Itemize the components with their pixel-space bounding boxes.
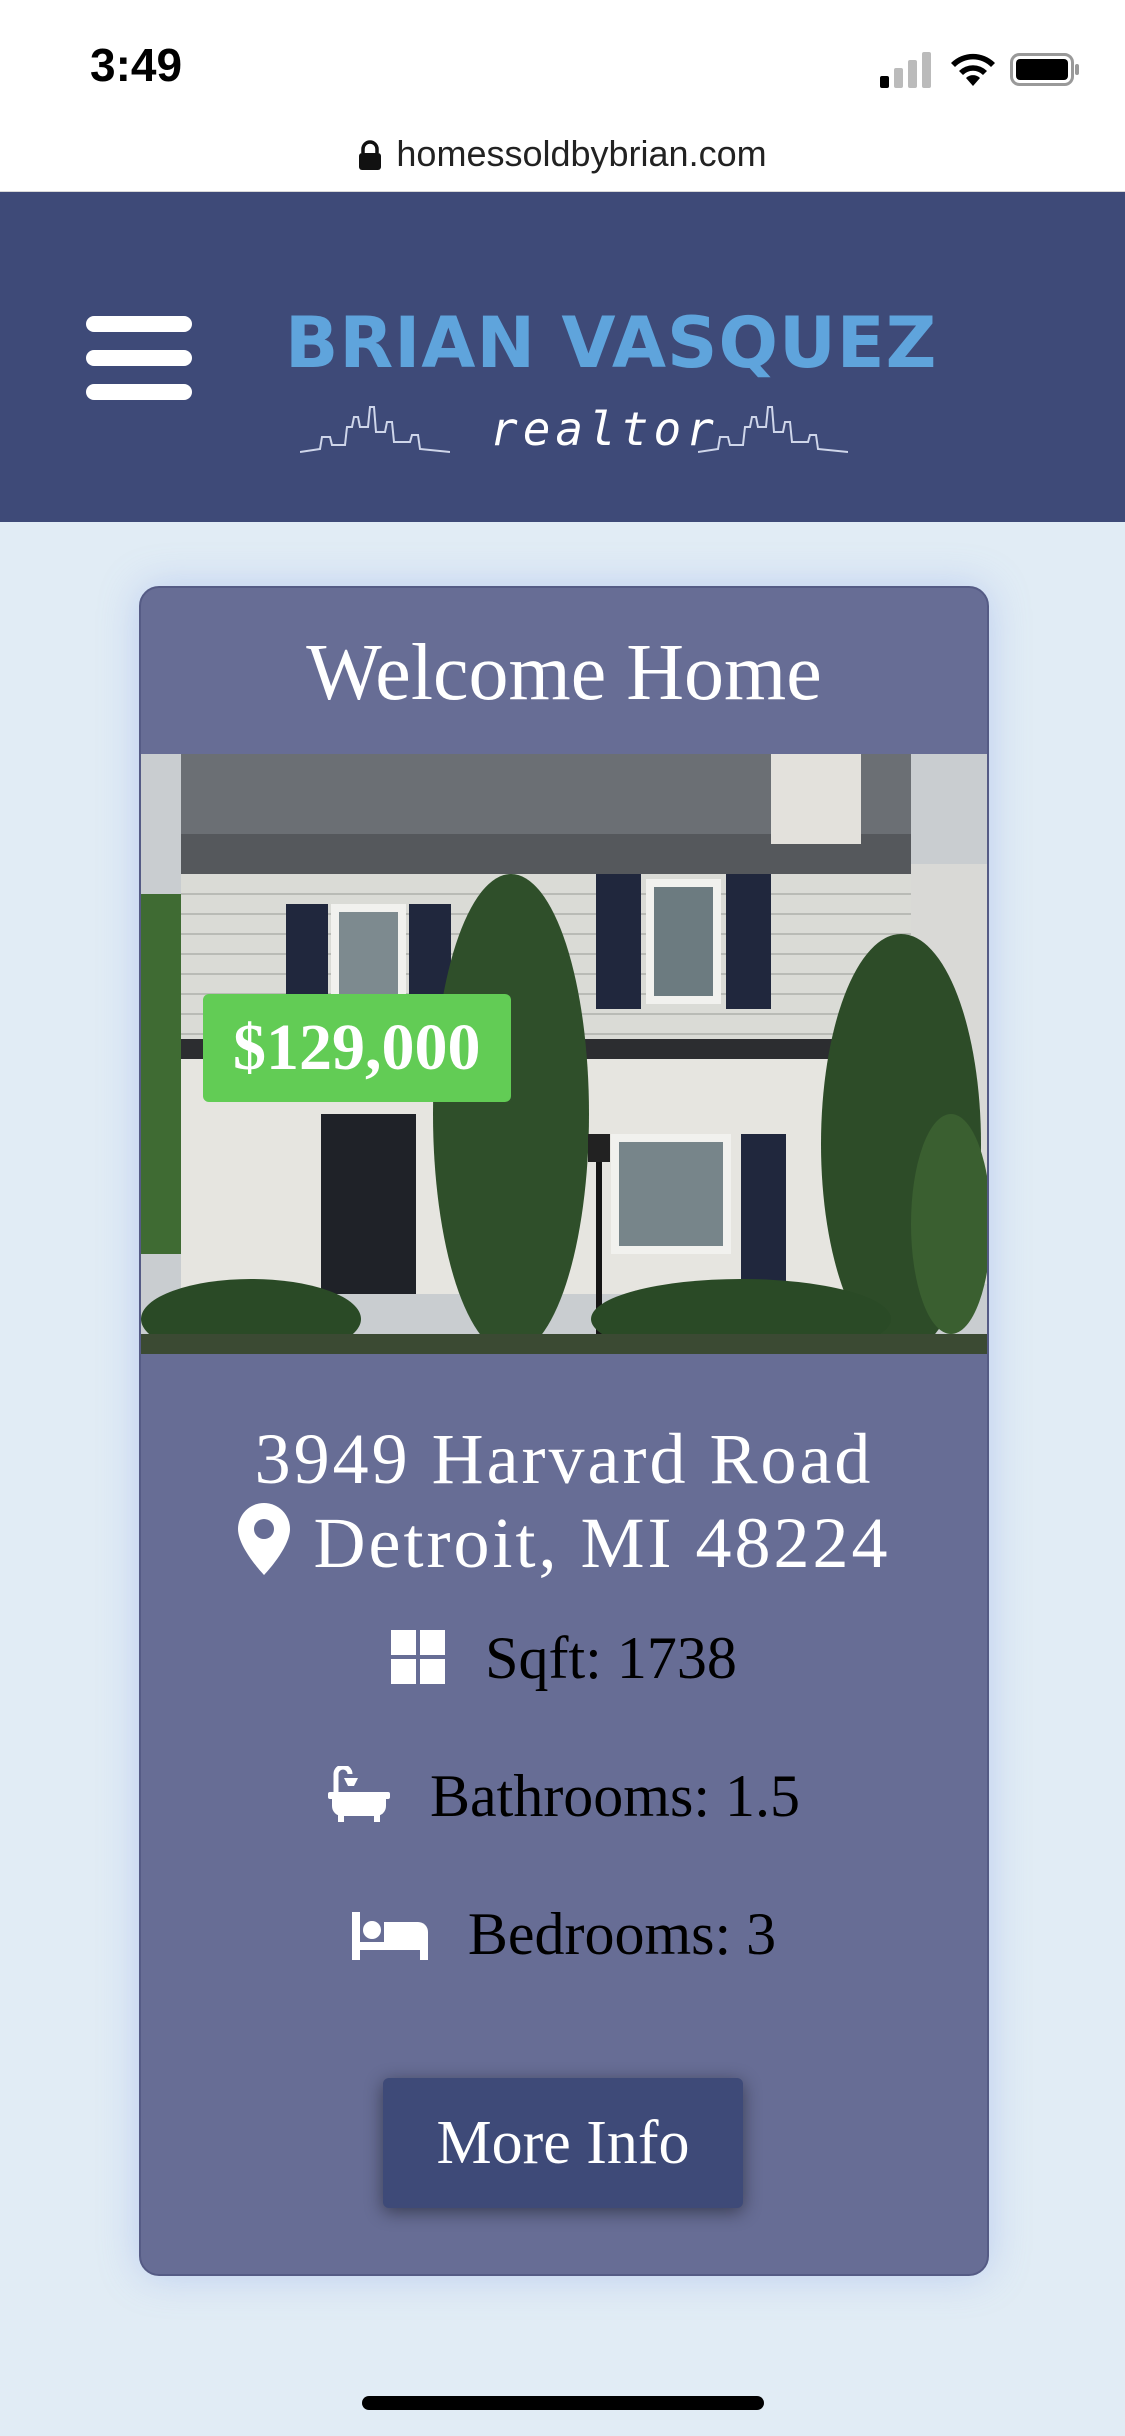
skyline-left-icon xyxy=(300,406,450,453)
url-text: homessoldbybrian.com xyxy=(396,133,767,174)
price-badge: $129,000 xyxy=(203,994,511,1102)
bedrooms-text: Bedrooms: 3 xyxy=(467,1901,777,1967)
grid-icon xyxy=(391,1630,446,1684)
wifi-icon xyxy=(951,53,995,86)
address-city: Detroit, MI 48224 xyxy=(141,1502,987,1585)
cellular-signal-icon xyxy=(880,52,931,88)
brand-tagline: realtor xyxy=(490,402,719,456)
home-indicator[interactable] xyxy=(362,2396,764,2410)
sqft-text: Sqft: 1738 xyxy=(485,1625,737,1691)
hamburger-icon xyxy=(86,316,192,332)
skyline-right-icon xyxy=(698,406,848,453)
status-bar: 3:49 xyxy=(0,0,1125,130)
bathrooms-text: Bathrooms: 1.5 xyxy=(430,1763,800,1829)
bed-icon xyxy=(351,1912,428,1960)
lock-icon xyxy=(359,140,382,170)
bedrooms-row: Bedrooms: 3 xyxy=(141,1900,987,1969)
brand-logo-text[interactable]: BRIAN VASQUEZ xyxy=(285,302,937,384)
bathrooms-row: Bathrooms: 1.5 xyxy=(141,1762,987,1831)
more-info-button[interactable]: More Info xyxy=(383,2078,743,2208)
site-header: BRIAN VASQUEZ realtor xyxy=(0,192,1125,522)
address-bar[interactable]: homessoldbybrian.com xyxy=(0,125,1125,192)
listing-card: Welcome Home $129,000 3949 Harvard Road … xyxy=(139,586,989,2276)
battery-icon xyxy=(1010,53,1079,86)
sqft-row: Sqft: 1738 xyxy=(141,1624,987,1693)
address-street: 3949 Harvard Road xyxy=(254,1419,874,1499)
bathtub-icon xyxy=(328,1766,390,1822)
status-time: 3:49 xyxy=(90,39,183,91)
house-photo[interactable]: 3949 $129,000 xyxy=(141,754,987,1354)
hamburger-menu-button[interactable] xyxy=(86,316,192,400)
map-pin-icon xyxy=(237,1503,290,1575)
address-city-text: Detroit, MI 48224 xyxy=(313,1503,891,1583)
card-title: Welcome Home xyxy=(306,629,822,717)
